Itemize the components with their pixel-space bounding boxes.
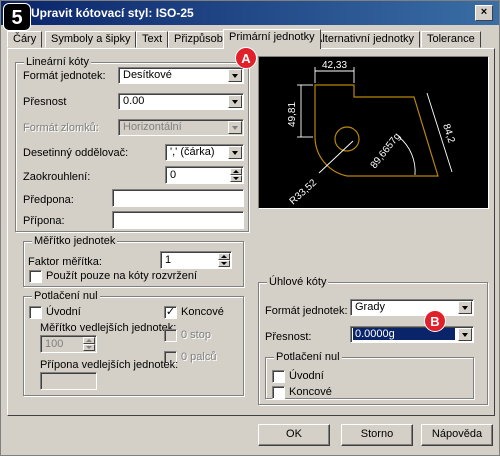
leading-zero-label: Úvodní xyxy=(46,306,81,318)
dimension-preview: 42,33 49,81 84,2 89,6657g R33,52 xyxy=(258,56,489,209)
trailing-zero-checkbox[interactable]: ✓ xyxy=(164,306,177,319)
sub-units-factor-label: Měřítko vedlejších jednotek: xyxy=(40,322,177,334)
angular-unit-format-combo[interactable]: Grady xyxy=(350,299,474,316)
spin-up-icon[interactable] xyxy=(218,253,230,260)
scale-factor-label: Faktor měřítka: xyxy=(28,256,102,268)
fraction-format-value: Horizontální xyxy=(123,121,182,133)
preview-dim-left: 49,81 xyxy=(287,102,298,127)
chevron-down-icon[interactable] xyxy=(228,146,242,159)
chevron-down-icon[interactable] xyxy=(228,95,242,108)
angular-trailing-zero-checkbox[interactable] xyxy=(272,386,285,399)
sub-units-suffix-label: Přípona vedlejších jednotek: xyxy=(40,359,179,371)
chevron-down-icon xyxy=(228,121,242,134)
spin-up-icon xyxy=(83,337,95,344)
trailing-zero-label: Koncové xyxy=(181,306,224,318)
spin-up-icon[interactable] xyxy=(230,168,242,175)
scale-factor-spinner[interactable] xyxy=(218,253,230,267)
layout-only-checkbox[interactable] xyxy=(29,270,42,283)
marker-b: B xyxy=(424,310,446,332)
round-off-field[interactable]: 0 xyxy=(165,166,244,184)
fraction-format-label: Formát zlomků: xyxy=(23,122,99,134)
angular-leading-zero-checkbox[interactable] xyxy=(272,370,285,383)
scale-factor-field[interactable]: 1 xyxy=(160,251,232,269)
layout-only-label: Použít pouze na kóty rozvržení xyxy=(46,270,198,282)
angular-leading-zero-label: Úvodní xyxy=(289,370,324,382)
spin-down-icon xyxy=(83,344,95,351)
cancel-button[interactable]: Storno xyxy=(341,424,413,446)
tab-text[interactable]: Text xyxy=(136,31,169,48)
spin-down-icon[interactable] xyxy=(230,175,242,182)
marker-a: A xyxy=(235,47,257,69)
zero-feet-checkbox xyxy=(164,329,177,342)
window-title: Upravit kótovací styl: ISO-25 xyxy=(31,6,194,20)
chevron-down-icon[interactable] xyxy=(228,69,242,82)
fraction-format-combo: Horizontální xyxy=(118,119,244,136)
sub-units-factor-spinner xyxy=(83,337,95,351)
unit-format-value: Desítkové xyxy=(123,69,172,81)
prefix-label: Předpona: xyxy=(23,194,74,206)
unit-format-combo[interactable]: Desítkové xyxy=(118,67,244,84)
angular-unit-format-value: Grady xyxy=(355,301,385,313)
suffix-label: Přípona: xyxy=(23,215,65,227)
sub-units-factor-value: 100 xyxy=(45,338,64,350)
preview-hole xyxy=(334,126,360,152)
close-button[interactable]: × xyxy=(475,5,493,21)
step-badge: 5 xyxy=(3,3,31,31)
prefix-field[interactable] xyxy=(112,189,244,207)
preview-dim-top: 42,33 xyxy=(322,60,347,71)
angular-zero-suppression-title: Potlačení nul xyxy=(274,351,342,363)
zero-feet-label: 0 stop xyxy=(181,329,211,341)
preview-dim-radius: R33,52 xyxy=(288,177,320,207)
tab-primary-units[interactable]: Primární jednotky xyxy=(223,29,321,49)
chevron-down-icon[interactable] xyxy=(458,301,472,314)
angular-dimensions-title: Úhlové kóty xyxy=(267,276,329,288)
ok-button[interactable]: OK xyxy=(258,424,330,446)
angular-precision-combo[interactable]: 0.0000g xyxy=(350,326,474,343)
decimal-separator-combo[interactable]: ',' (čárka) xyxy=(165,144,244,161)
preview-radius-line xyxy=(318,140,354,174)
round-off-value: 0 xyxy=(170,169,177,181)
unit-format-label: Formát jednotek: xyxy=(23,70,106,82)
angular-precision-label: Přesnost: xyxy=(265,331,312,343)
tab-symbols-arrows[interactable]: Symboly a šipky xyxy=(45,31,137,48)
precision-value: 0.00 xyxy=(123,95,145,107)
preview-drawing: 42,33 49,81 84,2 89,6657g R33,52 xyxy=(287,60,457,207)
round-off-label: Zaokrouhlení: xyxy=(23,171,91,183)
linear-dimensions-title: Lineární kóty xyxy=(24,56,91,68)
scale-factor-value: 1 xyxy=(165,254,172,266)
decimal-separator-value: ',' (čárka) xyxy=(170,146,215,158)
dialog-window: Upravit kótovací styl: ISO-25 × 5 Čáry S… xyxy=(0,0,500,456)
round-off-spinner[interactable] xyxy=(230,168,242,182)
leading-zero-checkbox[interactable] xyxy=(29,306,42,319)
preview-angle-arc xyxy=(398,136,416,176)
preview-dim-angle: 89,6657g xyxy=(369,131,403,171)
sub-units-factor-field: 100 xyxy=(40,335,97,353)
suffix-field[interactable] xyxy=(112,211,244,229)
tab-tolerance[interactable]: Tolerance xyxy=(421,31,481,48)
chevron-down-icon[interactable] xyxy=(458,328,472,341)
decimal-separator-label: Desetinný oddělovač: xyxy=(23,147,129,159)
precision-label: Přesnost xyxy=(23,96,67,108)
tab-lines[interactable]: Čáry xyxy=(7,31,43,48)
zero-suppression-title: Potlačení nul xyxy=(32,290,100,302)
angular-unit-format-label: Formát jednotek: xyxy=(265,305,348,317)
precision-combo[interactable]: 0.00 xyxy=(118,93,244,110)
measurement-scale-title: Měřítko jednotek xyxy=(32,235,118,247)
title-bar[interactable]: Upravit kótovací styl: ISO-25 × xyxy=(1,1,499,25)
angular-trailing-zero-label: Koncové xyxy=(289,386,332,398)
sub-units-suffix-field xyxy=(40,372,97,390)
zero-inches-label: 0 palců xyxy=(181,351,217,363)
help-button[interactable]: Nápověda xyxy=(421,424,493,446)
spin-down-icon[interactable] xyxy=(218,260,230,267)
tab-alternate-units[interactable]: Alternativní jednotky xyxy=(309,31,421,48)
